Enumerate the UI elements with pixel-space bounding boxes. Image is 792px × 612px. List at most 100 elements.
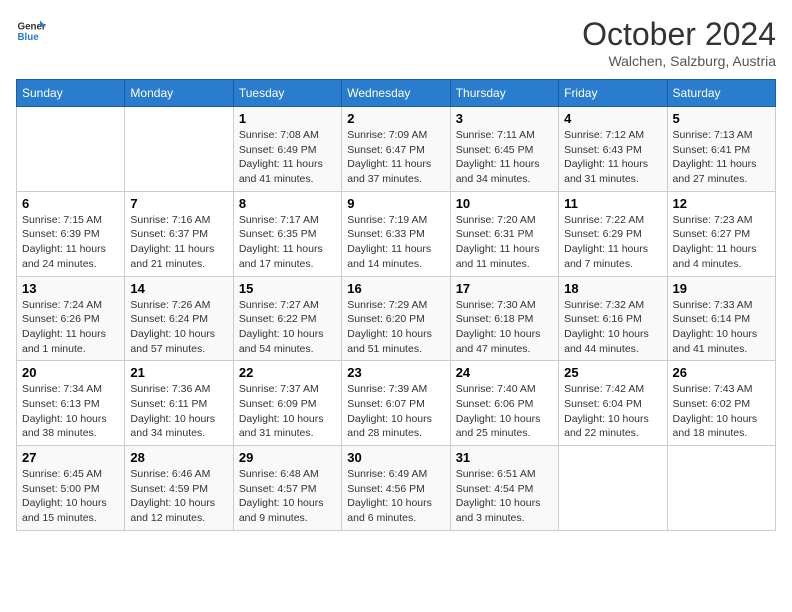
- day-number: 17: [456, 281, 553, 296]
- day-number: 20: [22, 365, 119, 380]
- calendar-cell: 8 Sunrise: 7:17 AMSunset: 6:35 PMDaylight…: [233, 191, 341, 276]
- calendar-cell: 15Sunrise: 7:27 AMSunset: 6:22 PMDayligh…: [233, 276, 341, 361]
- day-number: 22: [239, 365, 336, 380]
- calendar-cell: 29 Sunrise: 6:48 AMSunset: 4:57 PMDayligh…: [233, 446, 341, 531]
- calendar-cell: [125, 107, 233, 192]
- calendar-body: 1 Sunrise: 7:08 AMSunset: 6:49 PMDaylight…: [17, 107, 776, 531]
- day-info: Sunrise: 7:12 AMSunset: 6:43 PMDaylight:…: [564, 128, 661, 187]
- calendar-cell: 24 Sunrise: 7:40 AMSunset: 6:06 PMDayligh…: [450, 361, 558, 446]
- day-info: Sunrise: 7:16 AMSunset: 6:37 PMDaylight:…: [130, 213, 227, 272]
- calendar-cell: 1 Sunrise: 7:08 AMSunset: 6:49 PMDaylight…: [233, 107, 341, 192]
- day-info: Sunrise: 7:39 AMSunset: 6:07 PMDaylight:…: [347, 382, 444, 441]
- day-info: Sunrise: 7:29 AMSunset: 6:20 PMDaylight:…: [347, 298, 444, 357]
- header-day-thursday: Thursday: [450, 80, 558, 107]
- svg-text:Blue: Blue: [18, 32, 40, 43]
- calendar-cell: [667, 446, 775, 531]
- day-number: 26: [673, 365, 770, 380]
- day-info: Sunrise: 7:13 AMSunset: 6:41 PMDaylight:…: [673, 128, 770, 187]
- calendar-cell: 10 Sunrise: 7:20 AMSunset: 6:31 PMDayligh…: [450, 191, 558, 276]
- day-number: 11: [564, 196, 661, 211]
- calendar-cell: [17, 107, 125, 192]
- calendar-cell: 2Sunrise: 7:09 AMSunset: 6:47 PMDaylight…: [342, 107, 450, 192]
- calendar-cell: 23Sunrise: 7:39 AMSunset: 6:07 PMDayligh…: [342, 361, 450, 446]
- day-number: 18: [564, 281, 661, 296]
- day-info: Sunrise: 7:32 AMSunset: 6:16 PMDaylight:…: [564, 298, 661, 357]
- day-number: 5: [673, 111, 770, 126]
- logo: General Blue: [16, 16, 46, 46]
- day-number: 9: [347, 196, 444, 211]
- day-number: 19: [673, 281, 770, 296]
- day-info: Sunrise: 6:48 AMSunset: 4:57 PMDaylight:…: [239, 467, 336, 526]
- calendar-cell: 28 Sunrise: 6:46 AMSunset: 4:59 PMDayligh…: [125, 446, 233, 531]
- day-number: 3: [456, 111, 553, 126]
- calendar-cell: 7Sunrise: 7:16 AMSunset: 6:37 PMDaylight…: [125, 191, 233, 276]
- calendar-cell: 18 Sunrise: 7:32 AMSunset: 6:16 PMDayligh…: [559, 276, 667, 361]
- week-row-5: 27 Sunrise: 6:45 AMSunset: 5:00 PMDayligh…: [17, 446, 776, 531]
- day-number: 12: [673, 196, 770, 211]
- day-number: 13: [22, 281, 119, 296]
- day-info: Sunrise: 6:45 AMSunset: 5:00 PMDaylight:…: [22, 467, 119, 526]
- day-number: 16: [347, 281, 444, 296]
- day-info: Sunrise: 7:19 AMSunset: 6:33 PMDaylight:…: [347, 213, 444, 272]
- day-number: 10: [456, 196, 553, 211]
- day-number: 2: [347, 111, 444, 126]
- day-info: Sunrise: 7:11 AMSunset: 6:45 PMDaylight:…: [456, 128, 553, 187]
- calendar-cell: 20Sunrise: 7:34 AMSunset: 6:13 PMDayligh…: [17, 361, 125, 446]
- calendar-header: SundayMondayTuesdayWednesdayThursdayFrid…: [17, 80, 776, 107]
- calendar-cell: 19Sunrise: 7:33 AMSunset: 6:14 PMDayligh…: [667, 276, 775, 361]
- page-header: General Blue October 2024 Walchen, Salzb…: [16, 16, 776, 69]
- calendar-cell: 30Sunrise: 6:49 AMSunset: 4:56 PMDayligh…: [342, 446, 450, 531]
- day-number: 29: [239, 450, 336, 465]
- calendar-cell: 5 Sunrise: 7:13 AMSunset: 6:41 PMDaylight…: [667, 107, 775, 192]
- day-number: 27: [22, 450, 119, 465]
- calendar-cell: [559, 446, 667, 531]
- calendar-cell: 31 Sunrise: 6:51 AMSunset: 4:54 PMDayligh…: [450, 446, 558, 531]
- calendar-cell: 4 Sunrise: 7:12 AMSunset: 6:43 PMDaylight…: [559, 107, 667, 192]
- day-number: 28: [130, 450, 227, 465]
- calendar-cell: 6 Sunrise: 7:15 AMSunset: 6:39 PMDaylight…: [17, 191, 125, 276]
- day-info: Sunrise: 7:22 AMSunset: 6:29 PMDaylight:…: [564, 213, 661, 272]
- day-info: Sunrise: 7:15 AMSunset: 6:39 PMDaylight:…: [22, 213, 119, 272]
- day-number: 4: [564, 111, 661, 126]
- day-info: Sunrise: 6:49 AMSunset: 4:56 PMDaylight:…: [347, 467, 444, 526]
- day-number: 21: [130, 365, 227, 380]
- location: Walchen, Salzburg, Austria: [582, 53, 776, 69]
- month-title: October 2024: [582, 16, 776, 53]
- calendar-cell: 22Sunrise: 7:37 AMSunset: 6:09 PMDayligh…: [233, 361, 341, 446]
- day-number: 31: [456, 450, 553, 465]
- day-number: 8: [239, 196, 336, 211]
- calendar-cell: 17 Sunrise: 7:30 AMSunset: 6:18 PMDayligh…: [450, 276, 558, 361]
- day-info: Sunrise: 7:40 AMSunset: 6:06 PMDaylight:…: [456, 382, 553, 441]
- day-info: Sunrise: 6:46 AMSunset: 4:59 PMDaylight:…: [130, 467, 227, 526]
- day-info: Sunrise: 6:51 AMSunset: 4:54 PMDaylight:…: [456, 467, 553, 526]
- day-number: 1: [239, 111, 336, 126]
- day-number: 25: [564, 365, 661, 380]
- day-info: Sunrise: 7:43 AMSunset: 6:02 PMDaylight:…: [673, 382, 770, 441]
- week-row-2: 6 Sunrise: 7:15 AMSunset: 6:39 PMDaylight…: [17, 191, 776, 276]
- day-number: 6: [22, 196, 119, 211]
- header-day-friday: Friday: [559, 80, 667, 107]
- day-number: 15: [239, 281, 336, 296]
- calendar-cell: 21Sunrise: 7:36 AMSunset: 6:11 PMDayligh…: [125, 361, 233, 446]
- day-info: Sunrise: 7:23 AMSunset: 6:27 PMDaylight:…: [673, 213, 770, 272]
- week-row-1: 1 Sunrise: 7:08 AMSunset: 6:49 PMDaylight…: [17, 107, 776, 192]
- header-day-sunday: Sunday: [17, 80, 125, 107]
- calendar-cell: 12 Sunrise: 7:23 AMSunset: 6:27 PMDayligh…: [667, 191, 775, 276]
- day-info: Sunrise: 7:30 AMSunset: 6:18 PMDaylight:…: [456, 298, 553, 357]
- header-day-tuesday: Tuesday: [233, 80, 341, 107]
- calendar-table: SundayMondayTuesdayWednesdayThursdayFrid…: [16, 79, 776, 531]
- title-block: October 2024 Walchen, Salzburg, Austria: [582, 16, 776, 69]
- logo-icon: General Blue: [16, 16, 46, 46]
- header-day-saturday: Saturday: [667, 80, 775, 107]
- day-info: Sunrise: 7:24 AMSunset: 6:26 PMDaylight:…: [22, 298, 119, 357]
- week-row-3: 13 Sunrise: 7:24 AMSunset: 6:26 PMDayligh…: [17, 276, 776, 361]
- day-number: 24: [456, 365, 553, 380]
- day-info: Sunrise: 7:17 AMSunset: 6:35 PMDaylight:…: [239, 213, 336, 272]
- calendar-cell: 13 Sunrise: 7:24 AMSunset: 6:26 PMDayligh…: [17, 276, 125, 361]
- day-info: Sunrise: 7:08 AMSunset: 6:49 PMDaylight:…: [239, 128, 336, 187]
- day-info: Sunrise: 7:26 AMSunset: 6:24 PMDaylight:…: [130, 298, 227, 357]
- header-day-wednesday: Wednesday: [342, 80, 450, 107]
- calendar-cell: 25Sunrise: 7:42 AMSunset: 6:04 PMDayligh…: [559, 361, 667, 446]
- day-info: Sunrise: 7:20 AMSunset: 6:31 PMDaylight:…: [456, 213, 553, 272]
- calendar-cell: 3 Sunrise: 7:11 AMSunset: 6:45 PMDaylight…: [450, 107, 558, 192]
